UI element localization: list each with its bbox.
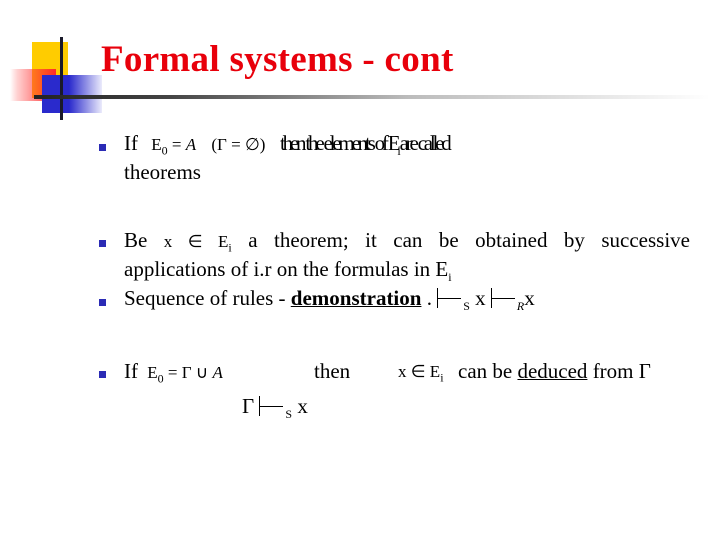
formula-operator: = [167,135,186,154]
overlapped-text: then the elements of E [280,131,401,155]
bullet-4-text-after: from Γ [587,359,651,383]
logo-blue-square [42,75,102,113]
bullet-2-prefix: Be [124,228,148,252]
decorative-squares-logo [0,0,102,120]
gamma-symbol: Γ [242,394,255,418]
turnstile-subscript-s: S [463,299,470,314]
demonstration-term: demonstration [290,286,422,310]
overlapped-tail: are called [397,131,452,155]
bullet-1-prefix: If [124,131,138,155]
bullet-1-overlapped-text: then the elements of Ei are called [280,131,452,159]
turnstile-icon [437,288,463,308]
bullet-4-text-before: can be [458,359,518,383]
turnstile-icon [259,396,285,416]
bullet-2-line-2-text: applications of i.r on the formulas in E [124,257,449,281]
formula-variable: A [212,363,223,382]
bullet-2-line-2: applications of i.r on the formulas in E… [124,257,452,285]
formula-symbol: x ∈ E [163,232,229,251]
bullet-1-line-2: theorems [124,160,201,184]
bullet-4-line-1: If E0 = Γ ∪ A then x ∈ Ei can be deduced… [124,359,651,386]
formula-x-in-ei: x ∈ Ei [398,362,444,385]
formula-gamma-empty: (Γ = ∅) [211,135,266,154]
bullet-1-line-1: If E0 = A (Γ = ∅) then the elements of E… [124,131,452,158]
formula-e0-equals-a: E0 = A [151,135,197,157]
turnstile-subscript-s: S [285,407,293,422]
formula-symbol: x ∈ E [398,362,441,381]
formula-symbol: E [147,363,158,382]
bullet-4-tail: can be deduced from Γ [458,359,651,384]
turnstile-x: x [475,286,486,310]
formula-symbol: E [151,135,162,154]
turnstile-icon [490,288,517,308]
then-word: then [314,359,351,383]
bullet-marker [99,144,106,151]
bullet-marker [99,371,106,378]
formula-subscript: i [228,240,232,255]
turnstile-x: x [297,394,308,418]
bullet-3-after: . [421,286,438,310]
deduced-term: deduced [517,359,588,383]
bullet-marker [99,299,106,306]
bullet-2-text: a theorem; it can be obtained by success… [248,228,691,252]
logo-vertical-line [60,37,63,120]
title-underline-rule [34,95,710,99]
slide-title: Formal systems - cont [101,39,454,80]
bullet-4-line-2: Γ S x [242,394,308,422]
formula-e0-gamma-union-a: E0 = Γ ∪ A [147,363,223,385]
formula-variable: A [185,135,197,154]
bullet-marker [99,240,106,247]
bullet-2-line-1: Be x ∈ Ei a theorem; it can be obtained … [124,228,690,255]
bullet-2-line-2-subscript: i [448,270,452,285]
formula-subscript: i [440,370,444,385]
bullet-3-line: Sequence of rules - demonstration . S x … [124,286,535,314]
bullet-3-text: Sequence of rules - [124,286,291,310]
bullet-4-prefix: If [124,359,138,383]
turnstile-x: x [524,286,535,310]
formula-operator: = Γ ∪ [163,363,213,382]
formula-x-in-ei: x ∈ Ei [163,232,232,255]
